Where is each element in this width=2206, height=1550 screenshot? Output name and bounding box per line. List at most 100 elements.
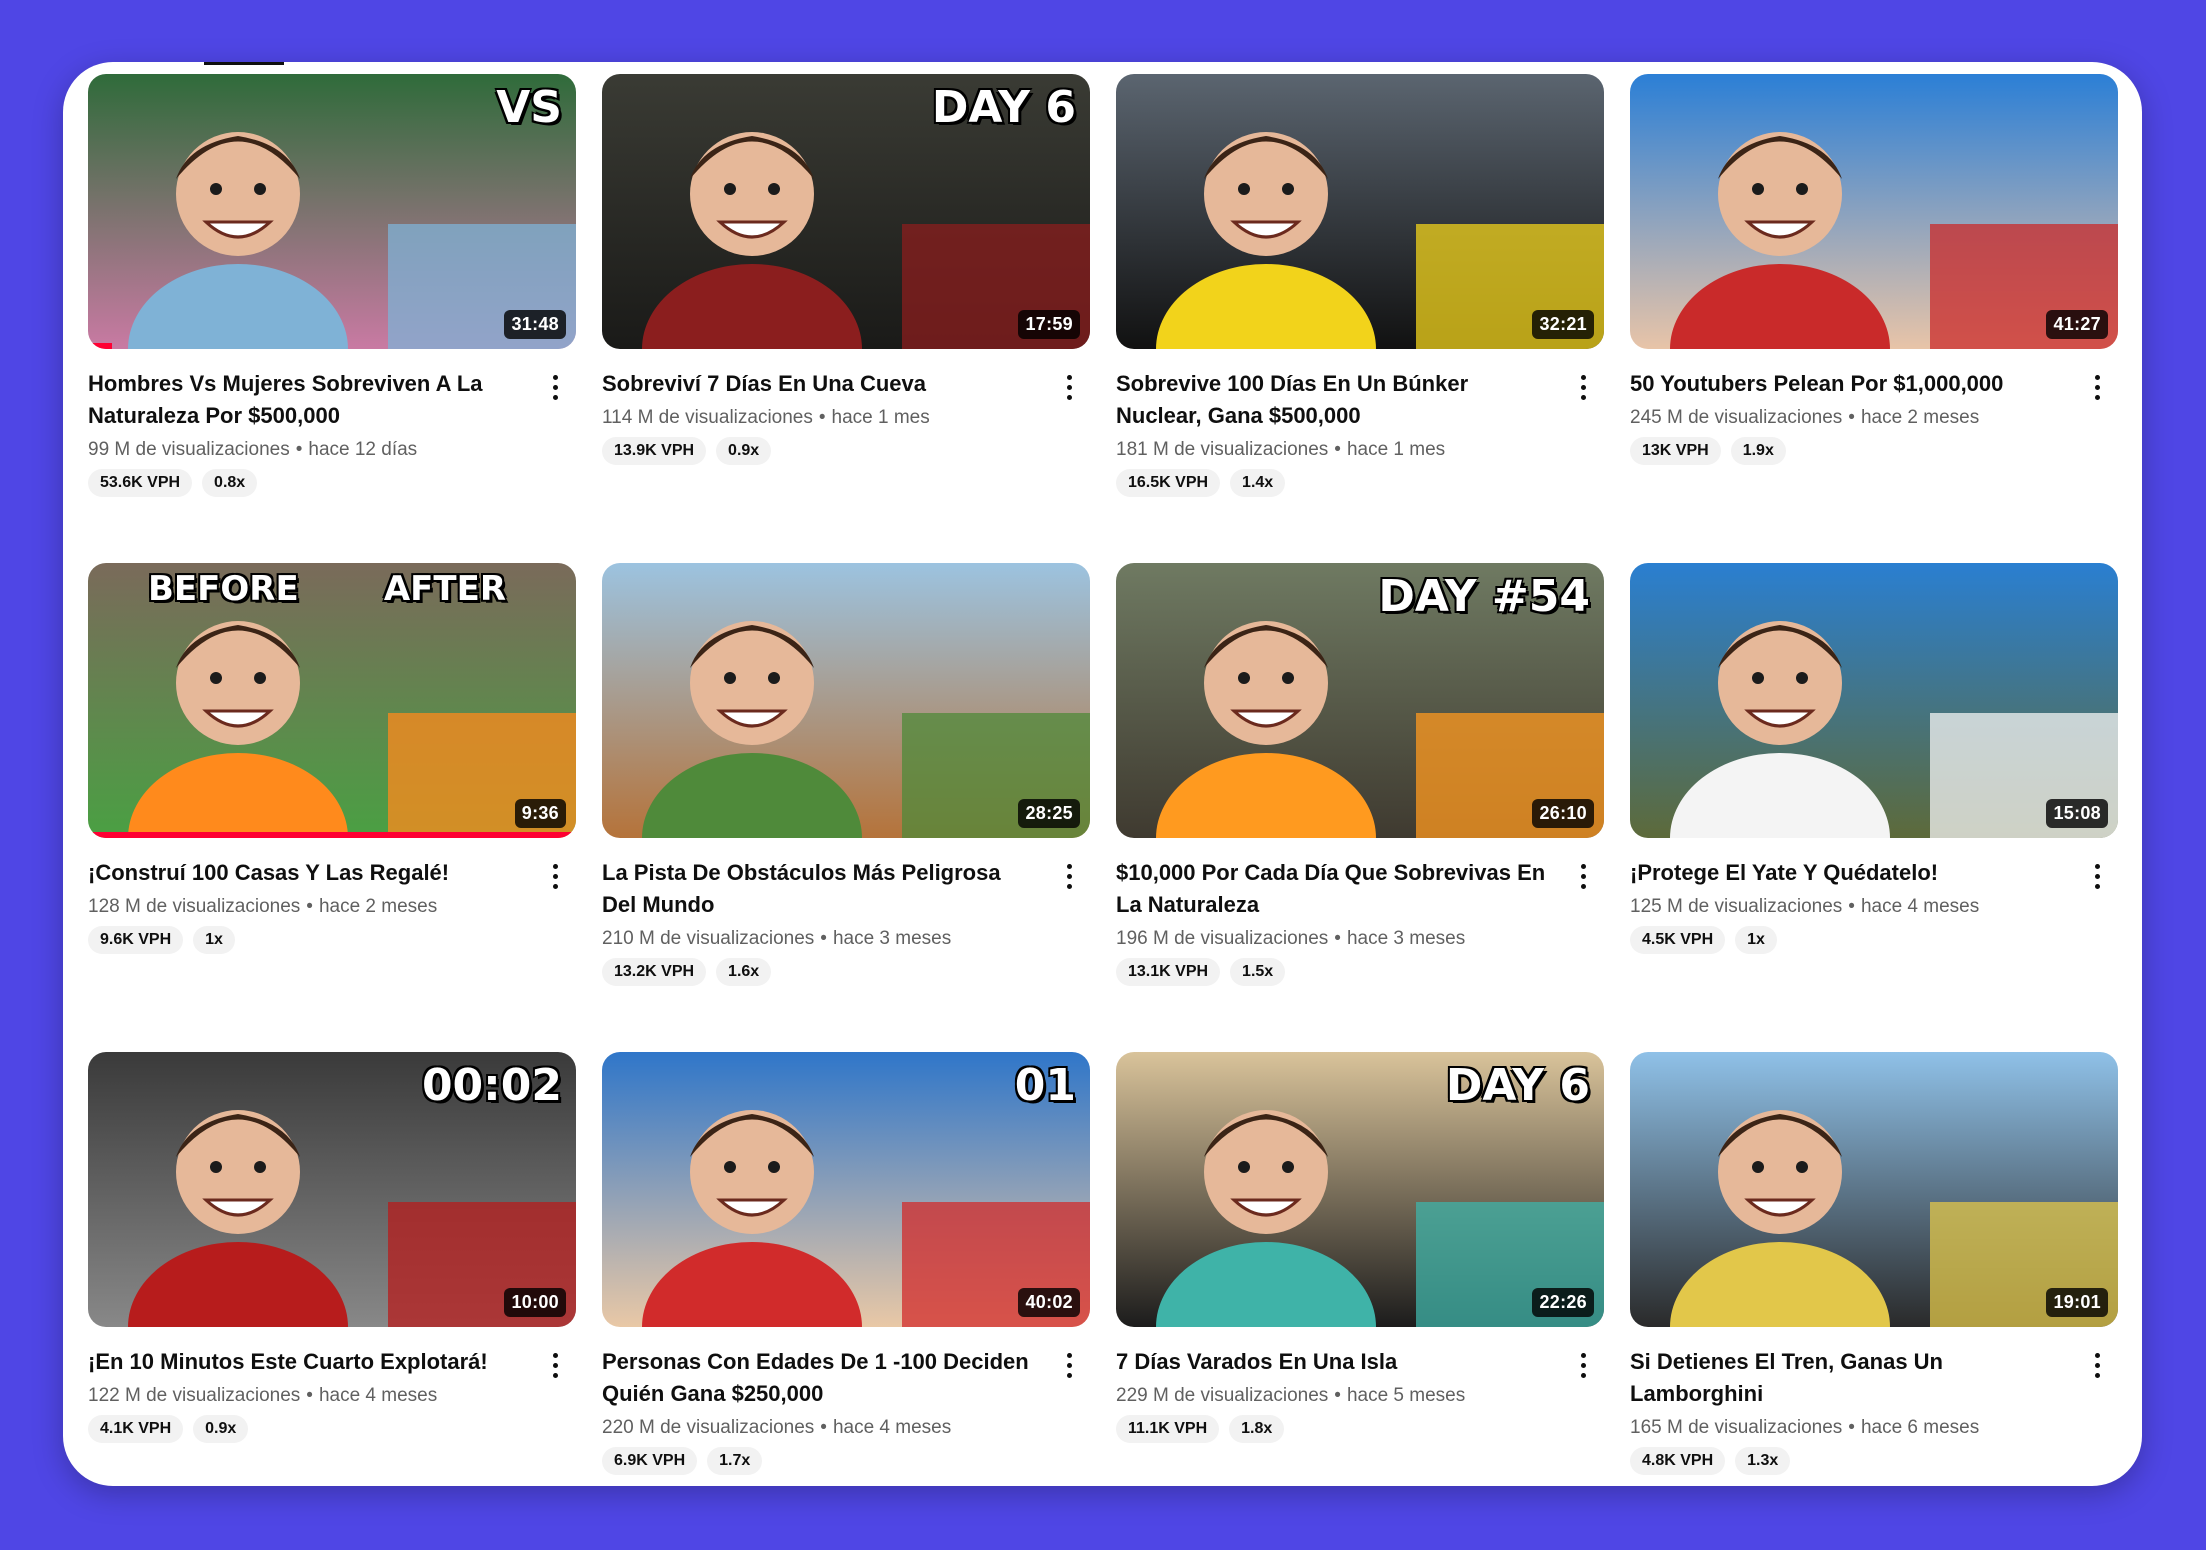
video-thumbnail[interactable]: 41:27 (1630, 74, 2118, 349)
more-vert-icon[interactable] (2082, 1347, 2112, 1383)
separator-dot: • (1334, 439, 1341, 460)
view-count: 245 M de visualizaciones (1630, 407, 1843, 428)
more-vert-icon[interactable] (1054, 1347, 1084, 1383)
video-title[interactable]: ¡Protege El Yate Y Quédatelo! (1630, 857, 2064, 889)
video-item[interactable]: 22:26 DAY 6 7 Días Varados En Una Isla 2… (1116, 1052, 1604, 1486)
video-thumbnail[interactable]: 19:01 (1630, 1052, 2118, 1327)
video-duration: 19:01 (2046, 1288, 2108, 1317)
ratio-badge: 1.6x (716, 958, 772, 986)
video-title[interactable]: Si Detienes El Tren, Ganas Un Lamborghin… (1630, 1346, 2064, 1410)
more-vert-icon[interactable] (2082, 369, 2112, 405)
metric-badges: 13K VPH 1.9x (1630, 437, 2064, 465)
video-stats: 125 M de visualizaciones • hace 4 meses (1630, 895, 2064, 919)
separator-dot: • (1848, 407, 1855, 428)
video-thumbnail[interactable]: 9:36 BEFORE AFTER (88, 563, 576, 838)
separator-dot: • (820, 928, 827, 949)
upload-age: hace 6 meses (1860, 1417, 1980, 1438)
video-title[interactable]: La Pista De Obstáculos Más Peligrosa Del… (602, 857, 1036, 921)
video-item[interactable]: 10:00 00:02 ¡En 10 Minutos Este Cuarto E… (88, 1052, 576, 1486)
video-thumbnail[interactable]: 10:00 00:02 (88, 1052, 576, 1327)
thumbnail-image (602, 563, 1090, 838)
video-thumbnail[interactable]: 32:21 (1116, 74, 1604, 349)
view-count: 99 M de visualizaciones (88, 439, 290, 460)
video-stats: 181 M de visualizaciones • hace 1 mes (1116, 438, 1550, 462)
video-duration: 32:21 (1532, 310, 1594, 339)
ratio-badge: 1.9x (1730, 437, 1786, 465)
video-item[interactable]: 31:48 VS Hombres Vs Mujeres Sobreviven A… (88, 74, 576, 563)
ratio-badge: 1.5x (1230, 958, 1286, 986)
upload-age: hace 4 meses (832, 1417, 952, 1438)
video-item[interactable]: 28:25 La Pista De Obstáculos Más Peligro… (602, 563, 1090, 1052)
video-thumbnail[interactable]: 40:02 01 (602, 1052, 1090, 1327)
metric-badges: 53.6K VPH 0.8x (88, 469, 522, 497)
video-duration: 9:36 (514, 799, 566, 828)
video-details: Personas Con Edades De 1 -100 Deciden Qu… (602, 1327, 1090, 1475)
metric-badges: 4.5K VPH 1x (1630, 926, 2064, 954)
metric-badges: 13.2K VPH 1.6x (602, 958, 1036, 986)
video-item[interactable]: 17:59 DAY 6 Sobreviví 7 Días En Una Cuev… (602, 74, 1090, 563)
video-item[interactable]: 15:08 ¡Protege El Yate Y Quédatelo! 125 … (1630, 563, 2118, 1052)
video-title[interactable]: Sobrevive 100 Días En Un Búnker Nuclear,… (1116, 368, 1550, 432)
separator-dot: • (1848, 1417, 1855, 1438)
video-title[interactable]: 7 Días Varados En Una Isla (1116, 1346, 1550, 1378)
video-thumbnail[interactable]: 17:59 DAY 6 (602, 74, 1090, 349)
video-stats: 245 M de visualizaciones • hace 2 meses (1630, 406, 2064, 430)
video-title[interactable]: Sobreviví 7 Días En Una Cueva (602, 368, 1036, 400)
metric-badges: 13.9K VPH 0.9x (602, 437, 1036, 465)
more-vert-icon[interactable] (1054, 858, 1084, 894)
video-title[interactable]: Personas Con Edades De 1 -100 Deciden Qu… (602, 1346, 1036, 1410)
video-thumbnail[interactable]: 26:10 DAY #54 (1116, 563, 1604, 838)
separator-dot: • (306, 896, 313, 917)
ratio-badge: 1.8x (1229, 1415, 1285, 1443)
more-vert-icon[interactable] (1568, 369, 1598, 405)
more-vert-icon[interactable] (2082, 858, 2112, 894)
video-duration: 26:10 (1532, 799, 1594, 828)
vph-badge: 9.6K VPH (88, 926, 184, 954)
video-thumbnail[interactable]: 22:26 DAY 6 (1116, 1052, 1604, 1327)
vph-badge: 53.6K VPH (88, 469, 193, 497)
video-title[interactable]: ¡En 10 Minutos Este Cuarto Explotará! (88, 1346, 522, 1378)
video-item[interactable]: 32:21 Sobrevive 100 Días En Un Búnker Nu… (1116, 74, 1604, 563)
video-item[interactable]: 9:36 BEFORE AFTER ¡Construí 100 Casas Y L… (88, 563, 576, 1052)
upload-age: hace 3 meses (832, 928, 952, 949)
video-duration: 22:26 (1532, 1288, 1594, 1317)
video-thumbnail[interactable]: 15:08 (1630, 563, 2118, 838)
view-count: 122 M de visualizaciones (88, 1385, 301, 1406)
video-title[interactable]: ¡Construí 100 Casas Y Las Regalé! (88, 857, 522, 889)
video-item[interactable]: 40:02 01 Personas Con Edades De 1 -100 D… (602, 1052, 1090, 1486)
upload-age: hace 4 meses (318, 1385, 438, 1406)
video-item[interactable]: 19:01 Si Detienes El Tren, Ganas Un Lamb… (1630, 1052, 2118, 1486)
more-vert-icon[interactable] (1054, 369, 1084, 405)
more-vert-icon[interactable] (540, 369, 570, 405)
upload-age: hace 3 meses (1346, 928, 1466, 949)
vph-badge: 16.5K VPH (1116, 469, 1221, 497)
video-thumbnail[interactable]: 28:25 (602, 563, 1090, 838)
ratio-badge: 1.4x (1230, 469, 1286, 497)
ratio-badge: 1x (1735, 926, 1777, 954)
video-item[interactable]: 41:27 50 Youtubers Pelean Por $1,000,000… (1630, 74, 2118, 563)
metric-badges: 6.9K VPH 1.7x (602, 1447, 1036, 1475)
more-vert-icon[interactable] (540, 1347, 570, 1383)
more-vert-icon[interactable] (1568, 858, 1598, 894)
video-title[interactable]: 50 Youtubers Pelean Por $1,000,000 (1630, 368, 2064, 400)
view-count: 128 M de visualizaciones (88, 896, 301, 917)
more-vert-icon[interactable] (540, 858, 570, 894)
separator-dot: • (820, 1417, 827, 1438)
separator-dot: • (306, 1385, 313, 1406)
video-title[interactable]: Hombres Vs Mujeres Sobreviven A La Natur… (88, 368, 522, 432)
vph-badge: 13K VPH (1630, 437, 1721, 465)
thumbnail-overlay-text: VS (496, 82, 562, 133)
video-duration: 15:08 (2046, 799, 2108, 828)
video-item[interactable]: 26:10 DAY #54 $10,000 Por Cada Día Que S… (1116, 563, 1604, 1052)
video-duration: 28:25 (1018, 799, 1080, 828)
video-stats: 220 M de visualizaciones • hace 4 meses (602, 1416, 1036, 1440)
video-details: Hombres Vs Mujeres Sobreviven A La Natur… (88, 349, 576, 497)
more-vert-icon[interactable] (1568, 1347, 1598, 1383)
view-count: 220 M de visualizaciones (602, 1417, 815, 1438)
video-title[interactable]: $10,000 Por Cada Día Que Sobrevivas En L… (1116, 857, 1550, 921)
thumbnail-overlay-text: DAY 6 (1445, 1060, 1590, 1111)
video-stats: 122 M de visualizaciones • hace 4 meses (88, 1384, 522, 1408)
video-details: ¡Construí 100 Casas Y Las Regalé! 128 M … (88, 838, 576, 954)
upload-age: hace 5 meses (1346, 1385, 1466, 1406)
video-thumbnail[interactable]: 31:48 VS (88, 74, 576, 349)
